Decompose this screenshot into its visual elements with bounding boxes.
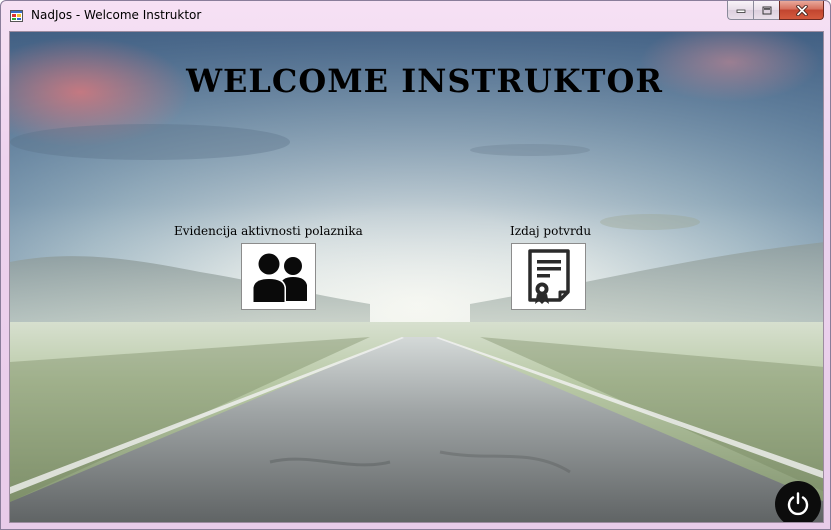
close-button[interactable] [779,1,824,20]
evidencija-aktivnosti-button[interactable] [241,243,316,310]
app-icon [10,10,23,22]
izdaj-potvrdu-button[interactable] [511,243,586,310]
caption-buttons [727,1,824,20]
power-icon [787,492,809,516]
window-title: NadJos - Welcome Instruktor [31,8,202,22]
app-window: NadJos - Welcome Instruktor WELCOME INST… [0,0,831,530]
evidencija-label: Evidencija aktivnosti polaznika [174,224,363,238]
main-panel: WELCOME INSTRUKTOR Evidencija aktivnosti… [9,31,824,523]
minimize-button[interactable] [727,1,753,20]
maximize-button[interactable] [753,1,779,20]
certificate-icon [527,248,570,304]
close-icon [795,4,808,16]
road-background-image [10,32,823,522]
maximize-icon [762,6,771,14]
welcome-heading: WELCOME INSTRUKTOR [186,62,663,100]
minimize-icon [736,9,745,13]
title-bar[interactable]: NadJos - Welcome Instruktor [1,1,830,30]
izdaj-potvrdu-label: Izdaj potvrdu [510,224,592,238]
power-button[interactable] [775,481,821,522]
users-icon [251,251,307,303]
